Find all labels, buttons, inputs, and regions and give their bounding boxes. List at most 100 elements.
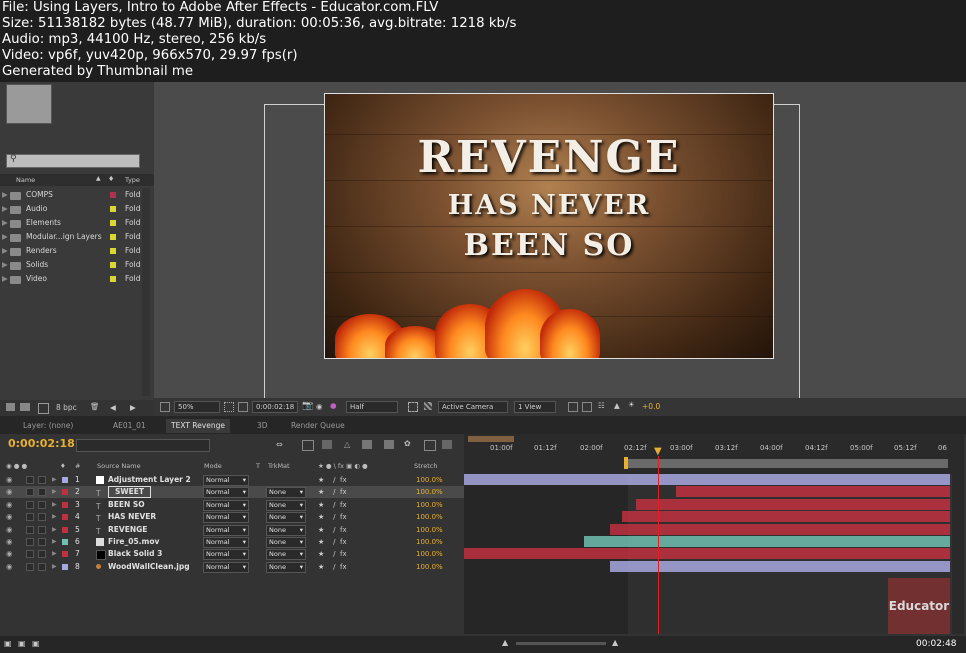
col-t-header[interactable]: T: [256, 461, 260, 472]
layer-switches[interactable]: ★ / fx: [318, 548, 347, 560]
zoom-slider[interactable]: [516, 642, 606, 645]
layer-label-swatch[interactable]: [62, 539, 68, 545]
new-comp-icon[interactable]: [38, 403, 49, 414]
work-area-range[interactable]: [628, 459, 948, 468]
visibility-eye-icon[interactable]: ◉: [6, 561, 13, 573]
layer-switches[interactable]: ★ / fx: [318, 511, 347, 523]
disclosure-triangle-icon[interactable]: ▶: [2, 258, 8, 272]
layer-row[interactable]: ◉ ▶ 2 T SWEET Normal ▾ None ▾ ★ / fx 100.0%: [0, 486, 464, 499]
layer-name[interactable]: HAS NEVER: [108, 511, 156, 523]
scroll-left-icon[interactable]: ◀: [110, 403, 116, 412]
blend-mode-dropdown[interactable]: Normal ▾: [203, 512, 249, 524]
visibility-eye-icon[interactable]: ◉: [6, 486, 13, 498]
layer-name[interactable]: Fire_05.mov: [108, 536, 159, 548]
interpret-footage-icon[interactable]: [6, 403, 15, 411]
expand-layer-icon[interactable]: ▶: [52, 524, 57, 536]
project-folder-row[interactable]: ▶ Elements Fold: [0, 216, 150, 230]
lock-switch[interactable]: [38, 550, 46, 559]
lock-switch[interactable]: [38, 488, 46, 497]
blend-mode-dropdown[interactable]: Normal ▾: [203, 524, 249, 536]
layer-switches[interactable]: ★ / fx: [318, 486, 347, 498]
camera-dropdown[interactable]: Active Camera: [438, 401, 508, 413]
label-color-swatch[interactable]: [110, 262, 116, 268]
tab-text-revenge[interactable]: TEXT Revenge: [166, 419, 230, 433]
current-time-display[interactable]: 0:00:02:18: [8, 437, 75, 450]
hide-shy-icon[interactable]: △: [344, 440, 350, 449]
stretch-value[interactable]: 100.0%: [416, 474, 443, 486]
layer-row[interactable]: ◉ ▶ 3 T BEEN SO Normal ▾ None ▾ ★ / fx 100.0%: [0, 499, 464, 511]
col-stretch-header[interactable]: Stretch: [414, 461, 437, 472]
fast-preview-icon[interactable]: [582, 402, 592, 412]
expand-layer-icon[interactable]: ▶: [52, 474, 57, 486]
layer-label-swatch[interactable]: [62, 489, 68, 496]
always-preview-icon[interactable]: [160, 402, 170, 412]
resolution-dropdown[interactable]: Half: [346, 401, 398, 413]
zoom-in-icon[interactable]: ▲: [612, 638, 618, 647]
expand-layer-icon[interactable]: ▶: [52, 511, 57, 523]
project-folder-row[interactable]: ▶ Audio Fold: [0, 202, 150, 216]
solo-switch[interactable]: [26, 476, 34, 484]
expand-layer-icon[interactable]: ▶: [52, 499, 57, 511]
layer-switches[interactable]: ★ / fx: [318, 474, 347, 486]
layer-row[interactable]: ◉ ▶ 7 Black Solid 3 Normal ▾ None ▾ ★ / fx 100.0%: [0, 548, 464, 561]
draft-3d-icon[interactable]: [322, 440, 332, 449]
stretch-value[interactable]: 100.0%: [416, 548, 443, 560]
blend-mode-dropdown[interactable]: Normal ▾: [203, 549, 249, 561]
col-name-label[interactable]: Name: [16, 176, 35, 184]
work-area-start-handle[interactable]: [624, 457, 628, 469]
tab-ae01[interactable]: AE01_01: [108, 419, 151, 433]
time-ruler[interactable]: [464, 434, 952, 474]
layer-name[interactable]: REVENGE: [108, 524, 147, 536]
comp-mini-flowchart-icon[interactable]: ⇔: [276, 440, 283, 449]
label-color-swatch[interactable]: [110, 248, 116, 254]
tab-3d[interactable]: 3D: [252, 419, 273, 433]
live-update-icon[interactable]: [302, 440, 314, 451]
layer-duration-bar[interactable]: [464, 474, 950, 485]
disclosure-triangle-icon[interactable]: ▶: [2, 230, 8, 244]
bpc-label[interactable]: 8 bpc: [56, 403, 77, 412]
lock-switch[interactable]: [38, 538, 46, 546]
lock-switch[interactable]: [38, 562, 46, 571]
exposure-icon[interactable]: ☀: [628, 400, 635, 409]
timeline-scrollbar[interactable]: [952, 434, 964, 634]
disclosure-triangle-icon[interactable]: ▶: [2, 188, 8, 202]
layer-label-swatch[interactable]: [62, 551, 68, 558]
zoom-dropdown[interactable]: 50%: [174, 401, 220, 413]
layer-name[interactable]: SWEET: [108, 486, 152, 499]
transparency-grid-icon[interactable]: [424, 402, 432, 410]
toggle-pixel-icon[interactable]: [568, 402, 578, 412]
project-scrollbar[interactable]: [142, 188, 150, 396]
layer-row[interactable]: ◉ ▶ 1 Adjustment Layer 2 Normal ▾ ★ / fx 100.0%: [0, 474, 464, 486]
blend-mode-dropdown[interactable]: Normal ▾: [203, 487, 249, 499]
blend-mode-dropdown[interactable]: Normal ▾: [203, 475, 249, 486]
trkmat-dropdown[interactable]: None ▾: [266, 512, 306, 524]
layer-duration-bar[interactable]: [676, 486, 950, 498]
trkmat-dropdown[interactable]: None ▾: [266, 537, 306, 548]
layer-row[interactable]: ◉ ▶ 5 T REVENGE Normal ▾ None ▾ ★ / fx 100.0%: [0, 524, 464, 536]
layer-switches[interactable]: ★ / fx: [318, 536, 347, 548]
layer-label-swatch[interactable]: [62, 477, 68, 483]
exposure-value[interactable]: +0.0: [642, 402, 660, 411]
project-folder-row[interactable]: ▶ Modular...ign Layers Fold: [0, 230, 150, 244]
visibility-eye-icon[interactable]: ◉: [6, 536, 13, 548]
expand-layer-switches-icon[interactable]: ▣: [4, 639, 12, 648]
solo-switch[interactable]: [26, 550, 34, 559]
layer-name[interactable]: Black Solid 3: [108, 548, 162, 560]
col-mode-header[interactable]: Mode: [204, 461, 222, 472]
layer-switches[interactable]: ★ / fx: [318, 499, 347, 511]
graph-toggle-icon[interactable]: [442, 440, 452, 449]
col-type-label[interactable]: Type: [125, 176, 140, 184]
layer-name[interactable]: WoodWallClean.jpg: [108, 561, 190, 573]
solo-switch[interactable]: [26, 538, 34, 546]
stretch-value[interactable]: 100.0%: [416, 486, 443, 498]
solo-switch[interactable]: [26, 488, 34, 497]
disclosure-triangle-icon[interactable]: ▶: [2, 216, 8, 230]
project-folder-row[interactable]: ▶ Renders Fold: [0, 244, 150, 258]
expand-layer-icon[interactable]: ▶: [52, 548, 57, 560]
expand-layer-icon[interactable]: ▶: [52, 536, 57, 548]
col-num-header[interactable]: #: [75, 461, 80, 472]
visibility-eye-icon[interactable]: ◉: [6, 499, 13, 511]
layer-duration-bar[interactable]: [584, 536, 950, 547]
solo-switch[interactable]: [26, 513, 34, 522]
tab-layer[interactable]: Layer: (none): [18, 419, 78, 433]
